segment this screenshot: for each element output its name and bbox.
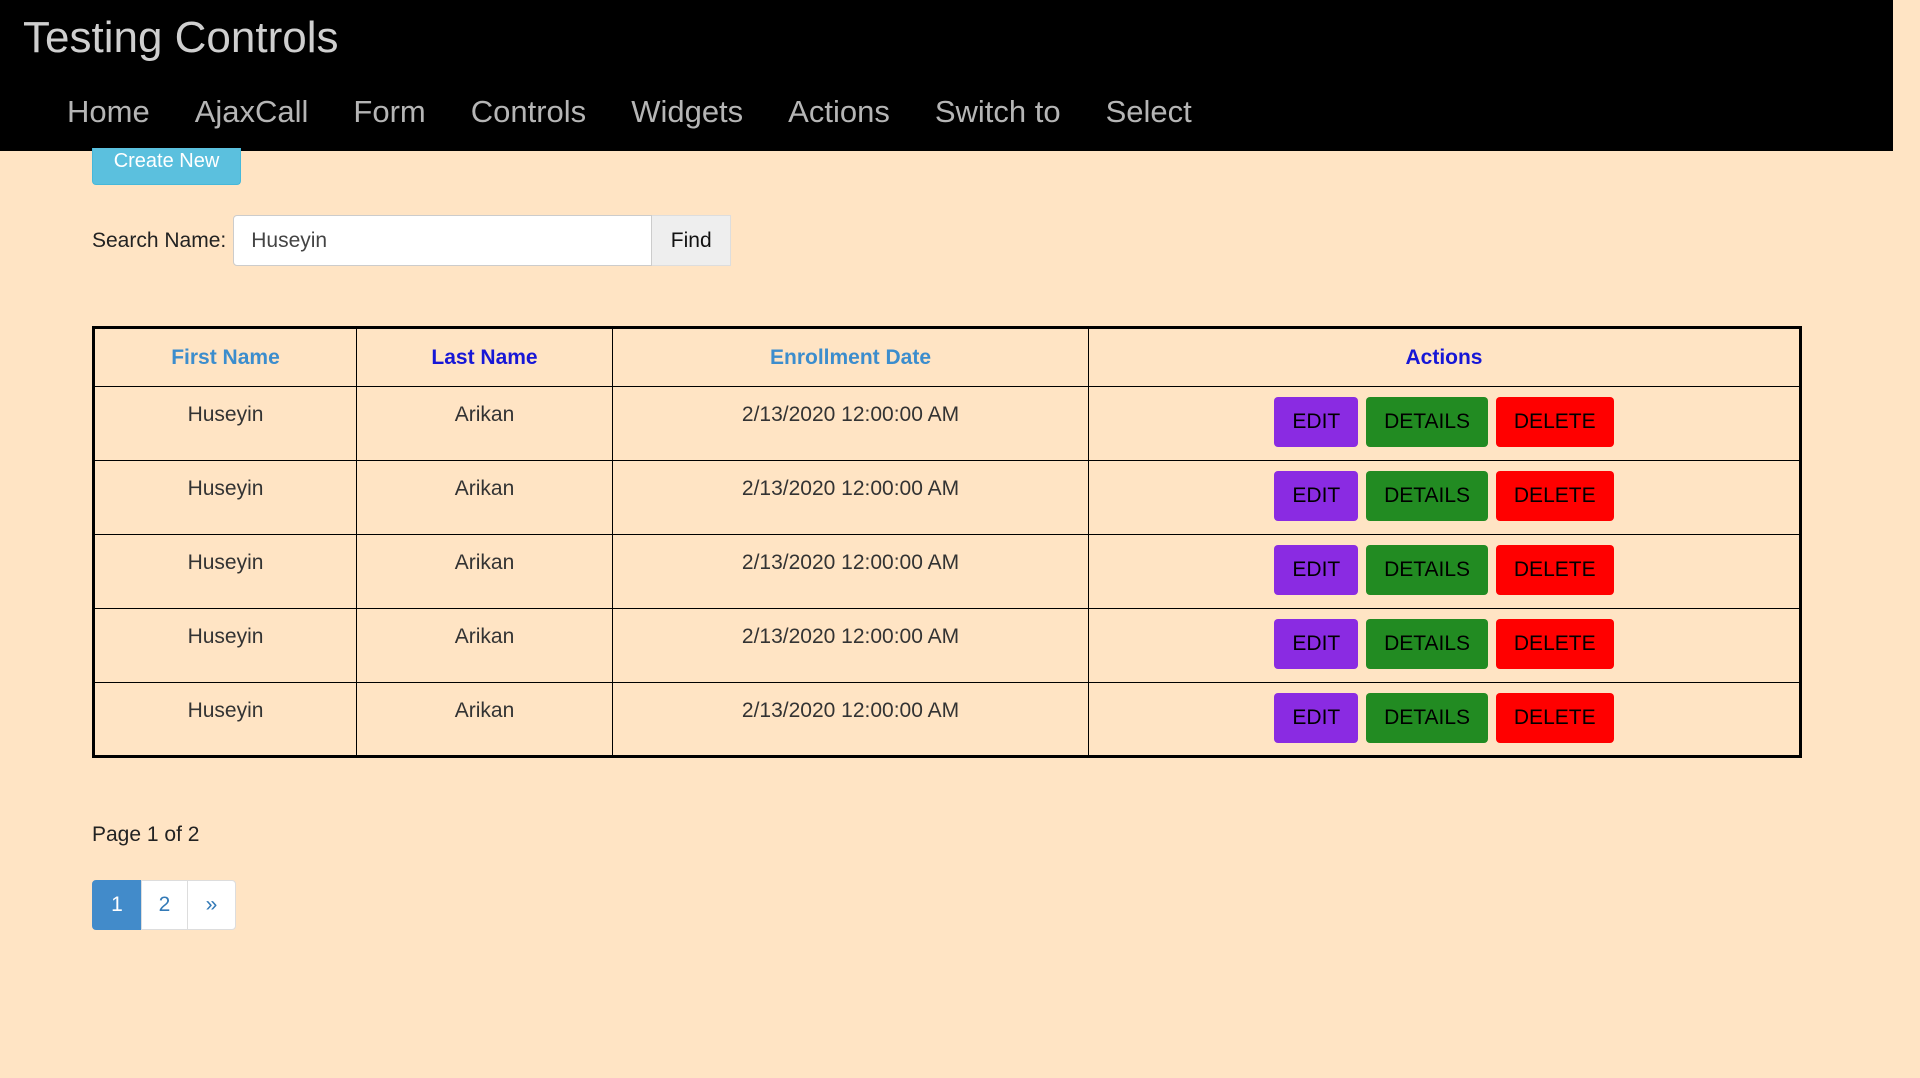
cell-actions: EDIT DETAILS DELETE [1088, 386, 1801, 461]
edit-button[interactable]: EDIT [1274, 471, 1359, 521]
nav-item-select[interactable]: Select [1106, 92, 1192, 132]
edit-button[interactable]: EDIT [1274, 619, 1359, 669]
pagination: 1 2 » [92, 880, 236, 930]
nav-item-switch-to[interactable]: Switch to [935, 92, 1061, 132]
app-title[interactable]: Testing Controls [23, 12, 338, 64]
cell-actions: EDIT DETAILS DELETE [1088, 534, 1801, 609]
page-info: Page 1 of 2 [92, 823, 200, 846]
cell-first-name: Huseyin [93, 534, 357, 609]
next-page-link[interactable]: » [187, 880, 236, 930]
delete-button[interactable]: DELETE [1495, 619, 1614, 669]
table-row: Huseyin Arikan 2/13/2020 12:00:00 AM EDI… [93, 534, 1801, 609]
cell-enrollment-date: 2/13/2020 12:00:00 AM [612, 386, 1089, 461]
search-name-input[interactable] [233, 215, 653, 266]
table-row: Huseyin Arikan 2/13/2020 12:00:00 AM EDI… [93, 682, 1801, 757]
details-button[interactable]: DETAILS [1366, 545, 1489, 595]
delete-button[interactable]: DELETE [1495, 545, 1614, 595]
nav-menu: Home AjaxCall Form Controls Widgets Acti… [67, 92, 1237, 132]
search-label: Search Name: [92, 228, 227, 252]
cell-first-name: Huseyin [93, 386, 357, 461]
table-row: Huseyin Arikan 2/13/2020 12:00:00 AM EDI… [93, 460, 1801, 535]
students-table: First Name Last Name Enrollment Date Act… [92, 326, 1802, 758]
cell-enrollment-date: 2/13/2020 12:00:00 AM [612, 608, 1089, 683]
cell-last-name: Arikan [356, 682, 613, 757]
header-actions: Actions [1088, 327, 1801, 387]
nav-item-widgets[interactable]: Widgets [631, 92, 743, 132]
details-button[interactable]: DETAILS [1366, 471, 1489, 521]
cell-last-name: Arikan [356, 608, 613, 683]
edit-button[interactable]: EDIT [1274, 397, 1359, 447]
edit-button[interactable]: EDIT [1274, 545, 1359, 595]
cell-actions: EDIT DETAILS DELETE [1088, 682, 1801, 757]
delete-button[interactable]: DELETE [1495, 693, 1614, 743]
nav-item-controls[interactable]: Controls [471, 92, 586, 132]
table-row: Huseyin Arikan 2/13/2020 12:00:00 AM EDI… [93, 608, 1801, 683]
cell-first-name: Huseyin [93, 460, 357, 535]
delete-button[interactable]: DELETE [1495, 397, 1614, 447]
cell-actions: EDIT DETAILS DELETE [1088, 460, 1801, 535]
nav-item-home[interactable]: Home [67, 92, 150, 132]
cell-enrollment-date: 2/13/2020 12:00:00 AM [612, 534, 1089, 609]
cell-enrollment-date: 2/13/2020 12:00:00 AM [612, 460, 1089, 535]
cell-last-name: Arikan [356, 534, 613, 609]
edit-button[interactable]: EDIT [1274, 693, 1359, 743]
page-1-link[interactable]: 1 [92, 880, 142, 930]
search-form: Search Name: Find [92, 215, 732, 266]
page-2-link[interactable]: 2 [141, 880, 188, 930]
create-new-button[interactable]: Create New [92, 148, 241, 185]
header-last-name[interactable]: Last Name [356, 327, 613, 387]
cell-enrollment-date: 2/13/2020 12:00:00 AM [612, 682, 1089, 757]
header-enrollment-date[interactable]: Enrollment Date [612, 327, 1089, 387]
details-button[interactable]: DETAILS [1366, 397, 1489, 447]
navbar: Testing Controls Home AjaxCall Form Cont… [0, 0, 1893, 151]
delete-button[interactable]: DELETE [1495, 471, 1614, 521]
nav-item-ajaxcall[interactable]: AjaxCall [195, 92, 309, 132]
cell-last-name: Arikan [356, 386, 613, 461]
find-button[interactable]: Find [652, 215, 732, 266]
header-first-name[interactable]: First Name [93, 327, 357, 387]
nav-item-form[interactable]: Form [353, 92, 425, 132]
details-button[interactable]: DETAILS [1366, 619, 1489, 669]
details-button[interactable]: DETAILS [1366, 693, 1489, 743]
table-header-row: First Name Last Name Enrollment Date Act… [93, 327, 1801, 387]
nav-item-actions[interactable]: Actions [788, 92, 890, 132]
cell-first-name: Huseyin [93, 608, 357, 683]
cell-actions: EDIT DETAILS DELETE [1088, 608, 1801, 683]
table-row: Huseyin Arikan 2/13/2020 12:00:00 AM EDI… [93, 386, 1801, 461]
cell-last-name: Arikan [356, 460, 613, 535]
cell-first-name: Huseyin [93, 682, 357, 757]
